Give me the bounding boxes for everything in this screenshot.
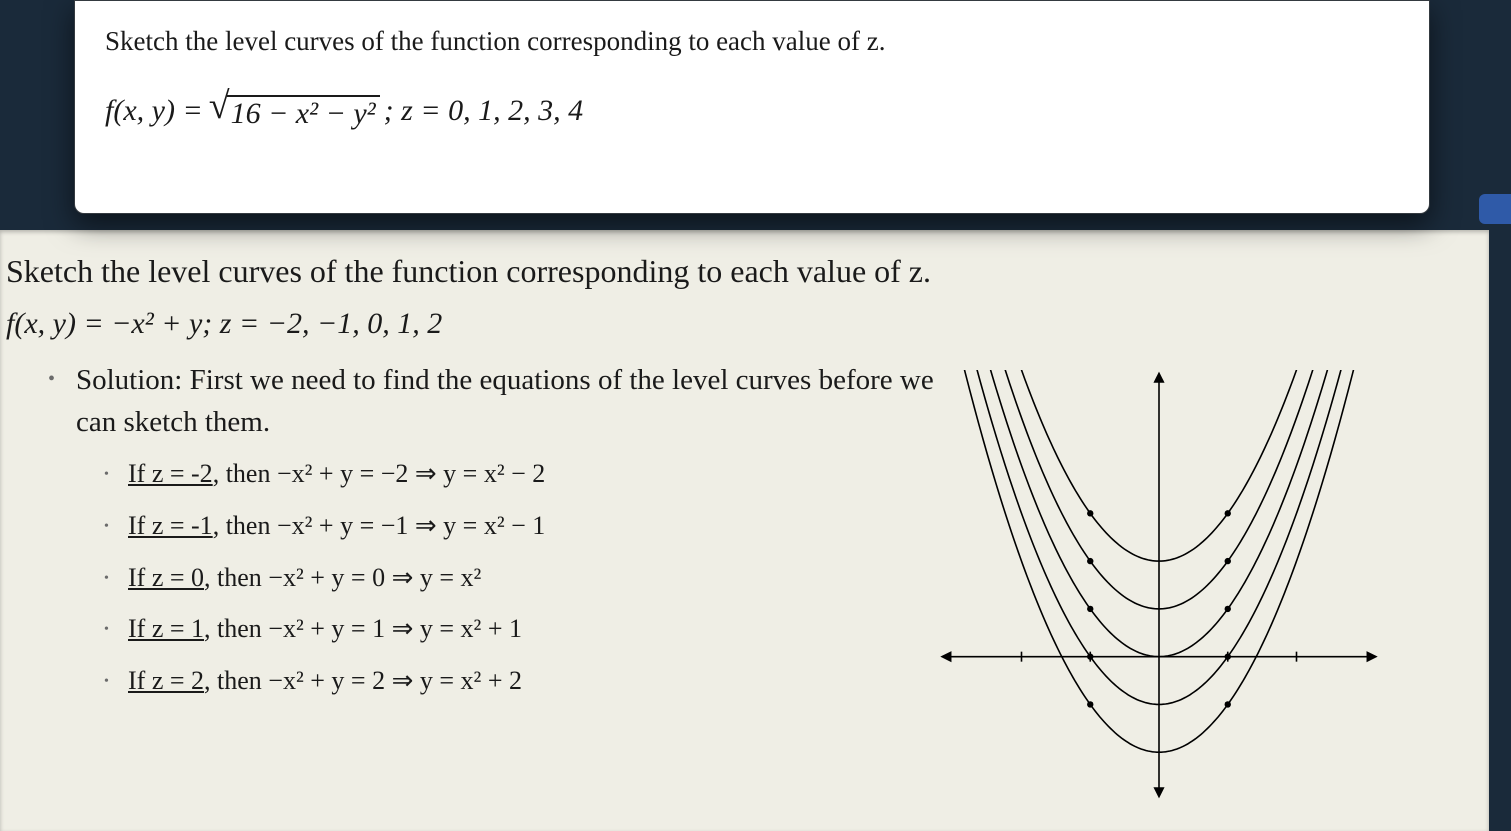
slide-prompt: Sketch the level curves of the function … <box>6 250 1489 293</box>
z-values: ; z = 0, 1, 2, 3, 4 <box>384 94 583 128</box>
solution-slide: Sketch the level curves of the function … <box>0 230 1489 831</box>
question-card: Sketch the level curves of the function … <box>74 0 1430 214</box>
item-equation: , then −x² + y = −2 ⇒ y = x² − 2 <box>213 459 546 488</box>
item-condition: If z = 1 <box>128 614 204 643</box>
level-curve-item: If z = 2, then −x² + y = 2 ⇒ y = x² + 2 <box>104 662 948 700</box>
item-condition: If z = 0 <box>128 563 204 592</box>
solution-lead: Solution: First we need to find the equa… <box>48 359 948 443</box>
item-equation: , then −x² + y = 0 ⇒ y = x² <box>204 563 481 592</box>
slide-function: f(x, y) = −x² + y; z = −2, −1, 0, 1, 2 <box>6 307 1489 341</box>
level-curve-item: If z = 0, then −x² + y = 0 ⇒ y = x² <box>104 559 948 597</box>
slide-body: Solution: First we need to find the equa… <box>48 359 948 700</box>
question-prompt: Sketch the level curves of the function … <box>105 23 1399 59</box>
radical-icon: √ <box>209 93 230 120</box>
sqrt-expression: √ 16 − x² − y² <box>209 89 380 133</box>
level-curve-item: If z = -2, then −x² + y = −2 ⇒ y = x² − … <box>104 455 948 493</box>
level-curve-item: If z = 1, then −x² + y = 1 ⇒ y = x² + 1 <box>104 610 948 648</box>
level-curve-list: If z = -2, then −x² + y = −2 ⇒ y = x² − … <box>104 455 948 699</box>
equation-lhs: f(x, y) = <box>105 94 203 128</box>
item-condition: If z = 2 <box>128 666 204 695</box>
item-condition: If z = -1 <box>128 511 213 540</box>
item-equation: , then −x² + y = 1 ⇒ y = x² + 1 <box>204 614 522 643</box>
level-curve-item: If z = -1, then −x² + y = −1 ⇒ y = x² − … <box>104 507 948 545</box>
side-tab[interactable] <box>1479 194 1511 224</box>
item-equation: , then −x² + y = −1 ⇒ y = x² − 1 <box>213 511 546 540</box>
item-condition: If z = -2 <box>128 459 213 488</box>
radicand: 16 − x² − y² <box>227 95 380 133</box>
parabola-diagram <box>939 370 1379 800</box>
item-equation: , then −x² + y = 2 ⇒ y = x² + 2 <box>204 666 522 695</box>
question-equation: f(x, y) = √ 16 − x² − y² ; z = 0, 1, 2, … <box>105 89 1399 133</box>
